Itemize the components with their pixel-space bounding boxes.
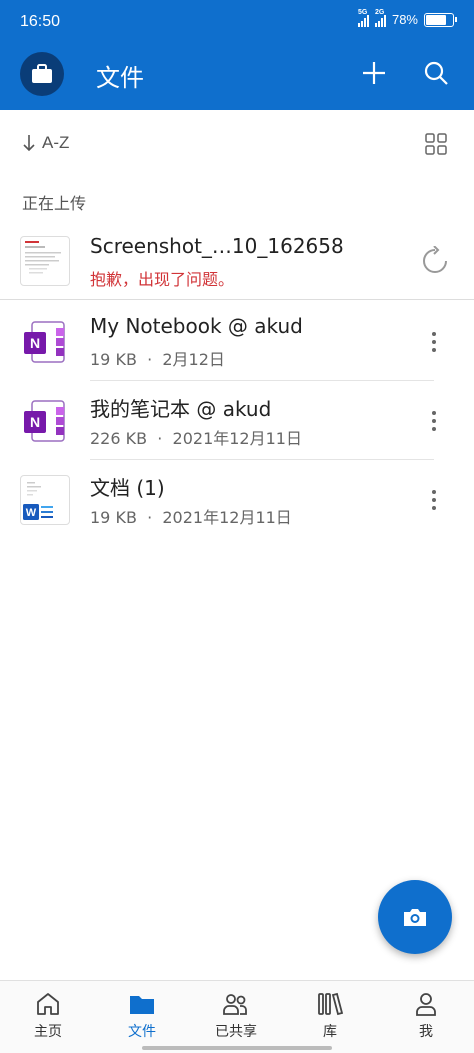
- file-row[interactable]: N My Notebook @ akud 19 KB · 2月12日: [0, 302, 474, 380]
- section-divider: [0, 299, 474, 300]
- status-bar: 16:50 5G 2G 78%: [0, 0, 474, 44]
- sort-button[interactable]: A-Z: [22, 133, 69, 153]
- upload-error-message: 抱歉，出现了问题。: [90, 270, 235, 289]
- person-icon: [416, 993, 436, 1016]
- file-name: My Notebook @ akud: [90, 314, 303, 338]
- battery-percent: 78%: [391, 12, 418, 27]
- app-header: 16:50 5G 2G 78% 文件: [0, 0, 474, 110]
- nav-library-label: 库: [323, 1024, 337, 1040]
- search-icon: [424, 61, 448, 85]
- nav-shared-label: 已共享: [215, 1024, 257, 1040]
- nav-me[interactable]: 我: [386, 991, 466, 1041]
- nav-files[interactable]: 文件: [102, 991, 182, 1041]
- nav-shared[interactable]: 已共享: [196, 991, 276, 1041]
- nav-files-label: 文件: [128, 1024, 156, 1040]
- retry-icon: [423, 245, 447, 273]
- more-options-button[interactable]: [420, 484, 448, 516]
- nav-home-label: 主页: [34, 1024, 62, 1040]
- file-meta: 19 KB · 2月12日: [90, 350, 225, 369]
- bottom-navigation: 主页 文件 已共享 库 我: [0, 980, 474, 1053]
- onenote-icon: N: [22, 320, 66, 364]
- file-name: 文档 (1): [90, 476, 165, 500]
- account-avatar[interactable]: [20, 52, 64, 96]
- upload-item[interactable]: Screenshot_…10_162658 抱歉，出现了问题。: [0, 222, 474, 300]
- plus-icon: [363, 62, 385, 84]
- nav-home[interactable]: 主页: [8, 991, 88, 1041]
- add-button[interactable]: [356, 55, 392, 91]
- file-meta: 226 KB · 2021年12月11日: [90, 429, 302, 448]
- retry-button[interactable]: [420, 245, 450, 276]
- svg-text:W: W: [26, 507, 37, 519]
- arrow-down-icon: [23, 135, 35, 152]
- briefcase-icon: [32, 64, 52, 83]
- screenshot-thumbnail: [20, 236, 70, 286]
- svg-text:N: N: [30, 335, 40, 351]
- file-name: 我的笔记本 @ akud: [90, 397, 272, 421]
- page-title: 文件: [96, 64, 144, 92]
- people-icon: [223, 994, 247, 1015]
- word-document-thumbnail: W: [20, 475, 70, 525]
- uploading-section-title: 正在上传: [22, 194, 87, 213]
- signal-5g-icon: 5G: [357, 9, 369, 27]
- nav-library[interactable]: 库: [290, 991, 370, 1041]
- signal-2g-icon: 2G: [374, 9, 386, 27]
- file-row[interactable]: W 文档 (1) 19 KB · 2021年12月11日: [0, 460, 474, 538]
- nav-me-label: 我: [419, 1024, 433, 1040]
- camera-icon: [404, 909, 426, 926]
- battery-icon: [424, 12, 457, 27]
- status-time: 16:50: [20, 13, 61, 30]
- sort-label: A-Z: [42, 133, 70, 152]
- view-toggle-button[interactable]: [424, 132, 448, 156]
- file-meta: 19 KB · 2021年12月11日: [90, 508, 292, 527]
- camera-upload-button[interactable]: [378, 880, 452, 954]
- search-button[interactable]: [418, 55, 454, 91]
- onenote-icon: N: [22, 399, 66, 443]
- library-icon: [318, 992, 344, 1016]
- home-icon: [37, 993, 59, 1015]
- file-row[interactable]: N 我的笔记本 @ akud 226 KB · 2021年12月11日: [0, 381, 474, 459]
- sort-toolbar: A-Z: [0, 120, 474, 168]
- more-options-button[interactable]: [420, 326, 448, 358]
- folder-icon: [130, 996, 154, 1014]
- status-icons: 5G 2G 78%: [357, 9, 457, 27]
- upload-file-name: Screenshot_…10_162658: [90, 234, 344, 258]
- more-options-button[interactable]: [420, 405, 448, 437]
- home-indicator: [142, 1046, 332, 1050]
- svg-text:N: N: [30, 414, 40, 430]
- grid-view-icon: [425, 133, 447, 155]
